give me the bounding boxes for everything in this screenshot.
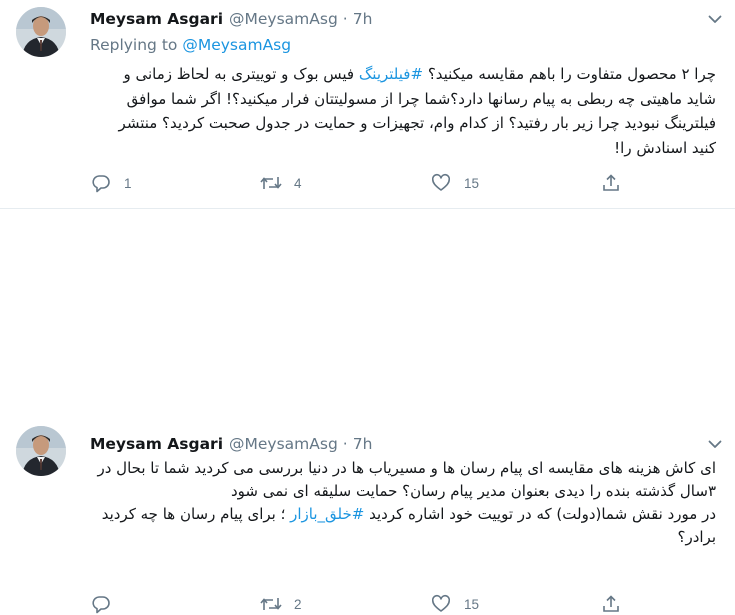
hashtag-link[interactable]: #خلق_بازار (290, 505, 364, 523)
retweet-icon (260, 172, 282, 194)
retweet-button[interactable]: 2 (260, 593, 430, 615)
separator-dot: · (342, 435, 348, 453)
share-button[interactable] (600, 593, 735, 615)
tweet-text: چرا ۲ محصول متفاوت را باهم مقایسه میکنید… (90, 62, 716, 160)
tweet-actions: 1 4 15 (90, 172, 735, 194)
author-name[interactable]: Meysam Asgari (90, 435, 223, 453)
reply-button[interactable]: 1 (90, 172, 260, 194)
profile-avatar[interactable] (16, 7, 66, 57)
share-icon (600, 172, 622, 194)
chevron-down-icon[interactable] (704, 8, 726, 30)
tweet-text-segment: چرا ۲ محصول متفاوت را باهم مقایسه میکنید… (423, 65, 716, 83)
like-button[interactable]: 15 (430, 593, 600, 615)
replying-to: Replying to @MeysamAsg (90, 36, 291, 54)
author-name[interactable]: Meysam Asgari (90, 10, 223, 28)
reply-icon (90, 593, 112, 615)
reply-button[interactable] (90, 593, 260, 615)
tweet-header: Meysam Asgari @MeysamAsg · 7h (90, 433, 372, 455)
reply-icon (90, 172, 112, 194)
tweet-text: ای کاش هزینه های مقایسه ای پیام رسان ها … (90, 457, 716, 549)
author-handle[interactable]: @MeysamAsg (229, 10, 338, 28)
retweet-count: 2 (294, 596, 302, 612)
like-icon (430, 172, 452, 194)
like-count: 15 (464, 596, 480, 612)
author-handle[interactable]: @MeysamAsg (229, 435, 338, 453)
tweet-timestamp[interactable]: 7h (353, 435, 373, 453)
retweet-count: 4 (294, 175, 302, 191)
tweet-header: Meysam Asgari @MeysamAsg · 7h (90, 8, 372, 30)
profile-avatar[interactable] (16, 426, 66, 476)
replying-to-mention[interactable]: @MeysamAsg (182, 36, 291, 54)
share-icon (600, 593, 622, 615)
tweet-text-segment: در مورد نقش شما(دولت) که در توییت خود اش… (364, 505, 716, 523)
tweet-actions: 2 15 (90, 593, 735, 615)
hashtag-link[interactable]: #فیلترینگ (359, 65, 423, 83)
like-button[interactable]: 15 (430, 172, 600, 194)
tweet[interactable]: Meysam Asgari @MeysamAsg · 7h Replying t… (0, 0, 735, 209)
retweet-icon (260, 593, 282, 615)
chevron-down-icon[interactable] (704, 433, 726, 455)
tweet-timestamp[interactable]: 7h (353, 10, 373, 28)
reply-count: 1 (124, 175, 132, 191)
retweet-button[interactable]: 4 (260, 172, 430, 194)
like-count: 15 (464, 175, 480, 191)
tweet-paragraph: ای کاش هزینه های مقایسه ای پیام رسان ها … (97, 459, 716, 500)
like-icon (430, 593, 452, 615)
separator-dot: · (342, 10, 348, 28)
replying-to-label: Replying to (90, 36, 178, 54)
share-button[interactable] (600, 172, 735, 194)
tweet[interactable]: Meysam Asgari @MeysamAsg · 7h ای کاش هزی… (0, 209, 735, 614)
